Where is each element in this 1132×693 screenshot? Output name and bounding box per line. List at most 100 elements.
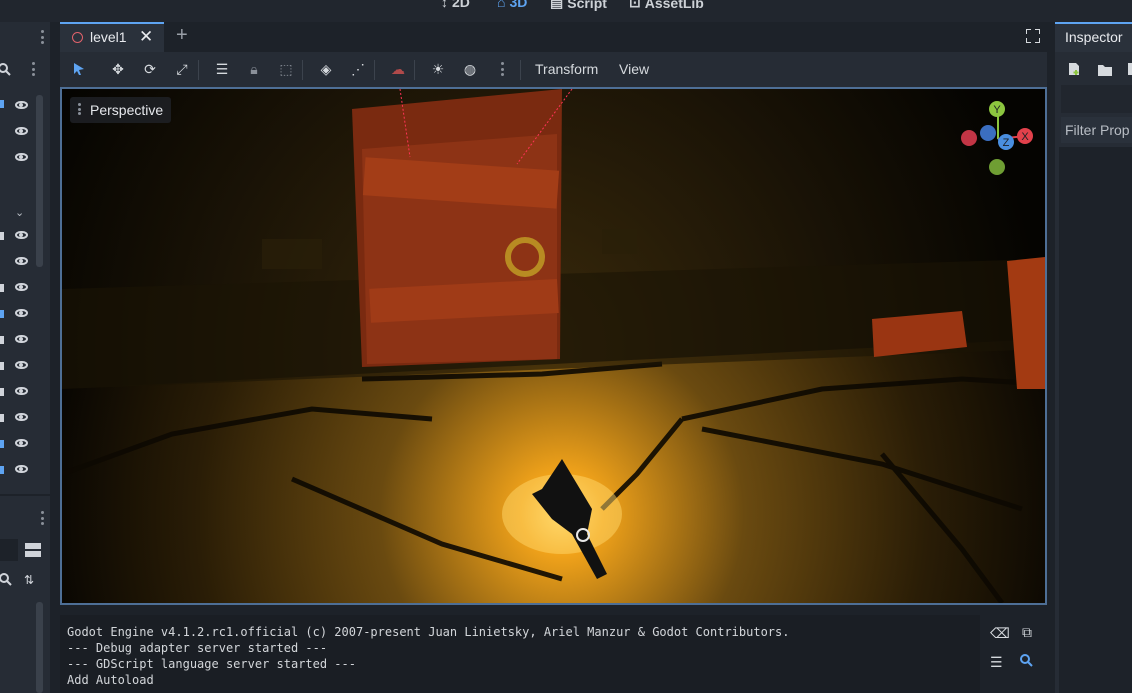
transform-menu[interactable]: Transform xyxy=(535,61,598,77)
mode-3d-button[interactable]: ⌂ 3D xyxy=(497,0,527,10)
node-type-icon xyxy=(0,310,4,318)
tab-inspector[interactable]: Inspector xyxy=(1055,22,1132,52)
filter-placeholder: Filter Prop xyxy=(1065,122,1130,138)
node-type-icon xyxy=(0,388,4,396)
layout-toggle-icon[interactable] xyxy=(25,543,41,557)
visibility-icon[interactable] xyxy=(15,257,28,265)
search-icon[interactable] xyxy=(0,573,14,587)
gizmo-neg-y-dot[interactable] xyxy=(989,159,1005,175)
scene-tabs-bar: level1 ✕ + xyxy=(60,22,1047,52)
sort-icon[interactable]: ⇅ xyxy=(24,573,40,587)
more-options-icon[interactable] xyxy=(501,62,504,76)
visibility-icon[interactable] xyxy=(15,101,28,109)
gizmo-z-label: Z xyxy=(1003,137,1010,149)
node-type-icon xyxy=(0,336,4,344)
visibility-icon[interactable] xyxy=(15,231,28,239)
list-select-icon[interactable]: ☰ xyxy=(213,60,231,78)
workspace-bar: ↕ 2D ⌂ 3D ▤ Script ⊡ AssetLib xyxy=(0,0,1132,22)
search-icon[interactable] xyxy=(1020,654,1034,668)
distraction-free-icon[interactable] xyxy=(1025,28,1041,44)
node3d-icon xyxy=(72,32,83,43)
separator xyxy=(374,60,375,80)
camera-preview-icon[interactable]: ☁ xyxy=(389,60,407,78)
separator xyxy=(414,60,415,80)
log-line: --- GDScript language server started --- xyxy=(67,657,356,671)
gizmo-y-label: Y xyxy=(993,104,1001,116)
rotate-tool-icon[interactable]: ⟳ xyxy=(141,60,159,78)
chevron-down-icon[interactable]: ⌄ xyxy=(15,206,24,219)
visibility-icon[interactable] xyxy=(15,465,28,473)
node-type-icon xyxy=(0,232,4,240)
perspective-menu-button[interactable]: Perspective xyxy=(70,97,172,123)
node-type-icon xyxy=(0,414,4,422)
inspector-dock: Inspector Filter Prop xyxy=(1055,22,1132,693)
mode-assetlib-button[interactable]: ⊡ AssetLib xyxy=(629,0,704,11)
perspective-label: Perspective xyxy=(90,102,164,118)
console-tools: ⌫ ⧉ ☰ xyxy=(982,615,1047,693)
visibility-icon[interactable] xyxy=(15,127,28,135)
filesystem-scrollbar[interactable] xyxy=(36,602,43,693)
viewport-toolbar: ✥ ⟳ ⤢ ☰ 🔒︎ ⬚ ◈ ⋰ ☁ ☀ ◍ Transform View xyxy=(60,52,1047,87)
visibility-icon[interactable] xyxy=(15,153,28,161)
tab-label: level1 xyxy=(90,29,127,45)
clear-output-icon[interactable]: ⌫ xyxy=(990,625,1010,642)
assetlib-icon: ⊡ xyxy=(629,0,641,10)
close-icon[interactable]: ✕ xyxy=(139,27,153,47)
dock-divider xyxy=(0,494,50,496)
script-icon: ▤ xyxy=(550,0,564,10)
collapse-icon[interactable]: ☰ xyxy=(990,654,1003,671)
visibility-icon[interactable] xyxy=(15,439,28,447)
gizmo-neg-x-dot[interactable] xyxy=(961,130,977,146)
sun-icon[interactable]: ☀ xyxy=(429,60,447,78)
mode-script-button[interactable]: ▤ Script xyxy=(550,0,607,11)
tab-level1[interactable]: level1 ✕ xyxy=(60,22,164,52)
move-tool-icon[interactable]: ✥ xyxy=(109,60,127,78)
gizmo-neg-z-dot[interactable] xyxy=(980,125,996,141)
scene-dock: ⌄ ⇅ xyxy=(0,22,50,693)
select-tool-icon[interactable] xyxy=(70,60,88,78)
filesystem-menu-icon[interactable] xyxy=(41,511,44,525)
property-filter-input[interactable]: Filter Prop xyxy=(1061,117,1132,143)
visibility-icon[interactable] xyxy=(15,361,28,369)
group-icon[interactable]: ⬚ xyxy=(277,60,295,78)
node-type-icon xyxy=(0,440,4,448)
lock-icon[interactable]: 🔒︎ xyxy=(245,60,263,78)
orientation-gizmo[interactable]: Y X Z xyxy=(958,99,1038,179)
inspector-content xyxy=(1059,147,1132,693)
visibility-icon[interactable] xyxy=(15,413,28,421)
object-path-bar xyxy=(1061,85,1132,113)
node-type-icon xyxy=(0,362,4,370)
scene-scrollbar[interactable] xyxy=(36,95,43,267)
log-line: Add Autoload xyxy=(67,673,154,687)
inspector-title: Inspector xyxy=(1065,29,1123,45)
path-field[interactable] xyxy=(0,539,18,561)
open-folder-icon[interactable] xyxy=(1098,63,1112,76)
output-console[interactable]: Godot Engine v4.1.2.rc1.official (c) 200… xyxy=(60,615,980,693)
log-line: --- Debug adapter server started --- xyxy=(67,641,328,655)
view-menu[interactable]: View xyxy=(619,61,649,77)
scale-tool-icon[interactable]: ⤢ xyxy=(173,60,191,78)
copy-icon[interactable]: ⧉ xyxy=(1022,624,1032,641)
new-resource-icon[interactable] xyxy=(1067,62,1081,76)
add-tab-button[interactable]: + xyxy=(176,24,188,47)
node-type-icon xyxy=(0,466,4,474)
3d-viewport[interactable]: Perspective Y X Z xyxy=(60,87,1047,605)
snap-icon[interactable]: ⋰ xyxy=(349,60,367,78)
search-icon[interactable] xyxy=(0,62,14,76)
visibility-icon[interactable] xyxy=(15,335,28,343)
separator xyxy=(520,60,521,80)
arrow-icon: ↕ xyxy=(441,0,448,10)
local-space-icon[interactable]: ◈ xyxy=(317,60,335,78)
dock-menu-icon[interactable] xyxy=(41,30,44,44)
scene-options-icon[interactable] xyxy=(32,62,35,76)
log-line: Godot Engine v4.1.2.rc1.official (c) 200… xyxy=(67,625,790,639)
environment-icon[interactable]: ◍ xyxy=(461,60,479,78)
visibility-icon[interactable] xyxy=(15,283,28,291)
save-icon[interactable] xyxy=(1128,63,1132,75)
separator xyxy=(198,60,199,80)
cube-icon: ⌂ xyxy=(497,0,506,10)
visibility-icon[interactable] xyxy=(15,309,28,317)
mode-2d-button[interactable]: ↕ 2D xyxy=(441,0,470,10)
visibility-icon[interactable] xyxy=(15,387,28,395)
separator xyxy=(302,60,303,80)
